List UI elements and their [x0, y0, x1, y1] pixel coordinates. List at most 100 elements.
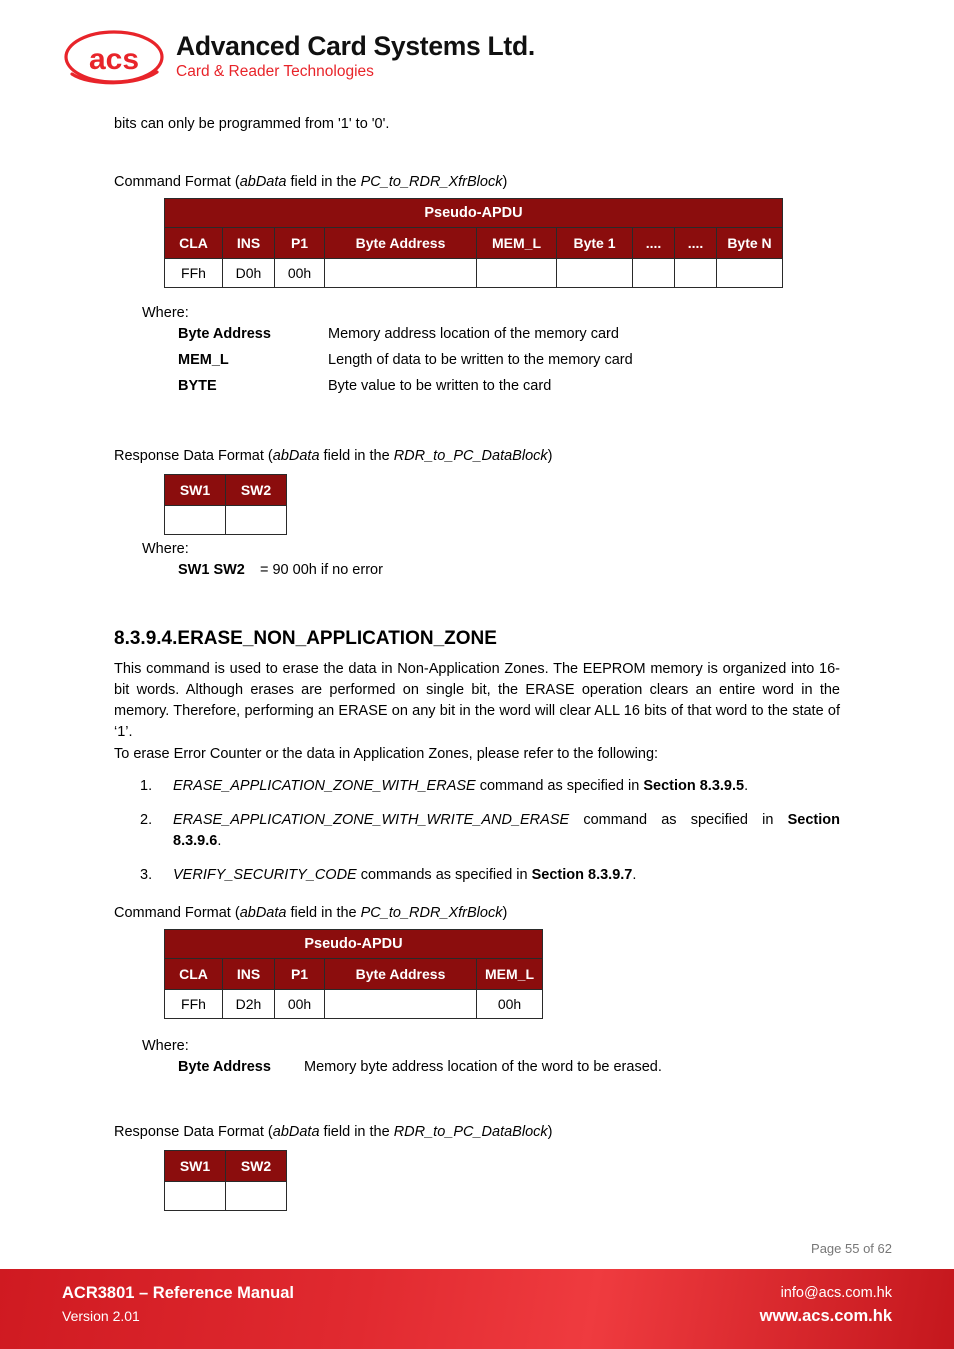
- footer-right-block: info@acs.com.hk www.acs.com.hk: [760, 1282, 892, 1349]
- cell-ellipsis-1: [632, 258, 675, 288]
- col-header-byte-n: Byte N: [716, 227, 783, 259]
- caption-suffix: ): [502, 905, 508, 921]
- col-header-ins: INS: [222, 958, 275, 990]
- paragraph-text: To erase Error Counter or the data in Ap…: [114, 746, 659, 762]
- acs-oval-logo-icon: acs: [62, 28, 166, 86]
- caption-italic-abdata: abData: [239, 905, 287, 921]
- where-label: Where:: [142, 541, 189, 557]
- definition-list-2: SW1 SW2 = 90 00h if no error: [114, 557, 840, 583]
- cell-byte-address: [324, 258, 477, 288]
- col-header-cla: CLA: [164, 227, 223, 259]
- section-number: 8.3.9.4.: [114, 628, 178, 649]
- table-header-row: CLA INS P1 Byte Address MEM_L: [164, 958, 543, 990]
- list-item-section-ref: Section 8.3.9.7: [531, 867, 633, 883]
- page-footer: ACR3801 – Reference Manual Version 2.01 …: [0, 1269, 954, 1349]
- caption-italic-block: PC_to_RDR_XfrBlock: [360, 905, 503, 921]
- caption-prefix: Response Data Format (: [114, 448, 273, 464]
- def-term-sw1-sw2: SW1 SW2: [178, 562, 245, 578]
- cell-sw1: [164, 1181, 226, 1211]
- table-title-row: Pseudo-APDU: [164, 198, 783, 228]
- page-header: acs Advanced Card Systems Ltd. Card & Re…: [62, 24, 892, 90]
- table-row: [164, 1181, 287, 1211]
- cell-byte-n: [716, 258, 783, 288]
- where-block-3: Where: Byte Address Memory byte address …: [114, 1038, 840, 1080]
- list-item-end: .: [744, 778, 749, 794]
- sw-table-2: SW1 SW2: [164, 1150, 287, 1211]
- footer-left-block: ACR3801 – Reference Manual Version 2.01: [62, 1282, 294, 1349]
- cell-sw2: [225, 1181, 287, 1211]
- def-term-mem-l: MEM_L: [178, 352, 229, 368]
- company-tagline: Card & Reader Technologies: [176, 62, 374, 80]
- list-item-section-ref: Section 8.3.9.5: [643, 778, 745, 794]
- cell-cla: FFh: [164, 989, 223, 1019]
- col-header-ellipsis-2: ....: [674, 227, 717, 259]
- list-item: 3. VERIFY_SECURITY_CODE commands as spec…: [140, 865, 840, 886]
- section-paragraph-1: This command is used to erase the data i…: [114, 659, 840, 743]
- intro-paragraph: bits can only be programmed from '1' to …: [114, 114, 840, 135]
- col-header-byte-1: Byte 1: [556, 227, 633, 259]
- command-format-caption-1: Command Format (abData field in the PC_t…: [114, 172, 840, 192]
- col-header-ellipsis-1: ....: [632, 227, 675, 259]
- cell-cla: FFh: [164, 258, 223, 288]
- caption-italic-abdata: abData: [272, 1124, 320, 1140]
- list-item-mid: commands as specified in: [356, 867, 532, 883]
- definition-list-1: Byte Address Memory address location of …: [114, 321, 840, 399]
- table-header-row: CLA INS P1 Byte Address MEM_L Byte 1 ...…: [164, 227, 783, 259]
- list-item-mid: command as specified in: [569, 812, 788, 828]
- apdu-write-table-wrapper: Pseudo-APDU CLA INS P1 Byte Address MEM_…: [164, 198, 783, 288]
- col-header-ins: INS: [222, 227, 275, 259]
- acs-wordmark: acs: [89, 43, 139, 76]
- response-format-caption-2: Response Data Format (abData field in th…: [114, 1122, 840, 1142]
- caption-italic-block: RDR_to_PC_DataBlock: [393, 448, 548, 464]
- list-item-command: ERASE_APPLICATION_ZONE_WITH_ERASE: [173, 778, 476, 794]
- col-header-sw1: SW1: [164, 474, 226, 506]
- company-name: Advanced Card Systems Ltd.: [176, 30, 535, 61]
- paragraph-text: This command is used to erase the data i…: [114, 661, 840, 740]
- footer-website[interactable]: www.acs.com.hk: [760, 1305, 892, 1327]
- definition-item: Byte Address Memory byte address locatio…: [178, 1054, 840, 1080]
- cell-ellipsis-2: [674, 258, 717, 288]
- def-term-byte-address: Byte Address: [178, 1059, 271, 1075]
- sw-table-1: SW1 SW2: [164, 474, 287, 535]
- list-item-command: VERIFY_SECURITY_CODE: [173, 867, 357, 883]
- table-row: [164, 505, 287, 535]
- col-header-mem-l: MEM_L: [476, 227, 557, 259]
- footer-version: Version 2.01: [62, 1308, 140, 1324]
- list-item-mid: command as specified in: [475, 778, 644, 794]
- caption-prefix: Command Format (: [114, 174, 240, 190]
- document-page: acs Advanced Card Systems Ltd. Card & Re…: [0, 0, 954, 1349]
- where-label: Where:: [142, 305, 189, 321]
- col-header-cla: CLA: [164, 958, 223, 990]
- sw-table-2-wrapper: SW1 SW2: [164, 1150, 287, 1211]
- definition-list-3: Byte Address Memory byte address locatio…: [114, 1054, 840, 1080]
- company-identity: Advanced Card Systems Ltd. Card & Reader…: [176, 30, 535, 81]
- col-header-p1: P1: [274, 958, 325, 990]
- apdu-write-table: Pseudo-APDU CLA INS P1 Byte Address MEM_…: [164, 198, 783, 288]
- table-title-row: Pseudo-APDU: [164, 929, 543, 959]
- reference-list: 1. ERASE_APPLICATION_ZONE_WITH_ERASE com…: [140, 776, 840, 899]
- cell-mem-l: 00h: [476, 989, 543, 1019]
- cell-p1: 00h: [274, 258, 325, 288]
- caption-suffix: ): [547, 448, 553, 464]
- caption-prefix: Response Data Format (: [114, 1124, 273, 1140]
- section-paragraph-2: To erase Error Counter or the data in Ap…: [114, 744, 840, 765]
- command-format-caption-2: Command Format (abData field in the PC_t…: [114, 903, 840, 923]
- table-row: FFh D2h 00h 00h: [164, 989, 543, 1019]
- page-number: Page 55 of 62: [811, 1241, 892, 1256]
- definition-item: BYTE Byte value to be written to the car…: [178, 373, 840, 399]
- caption-suffix: ): [547, 1124, 553, 1140]
- list-item-end: .: [217, 833, 222, 849]
- cell-ins: D0h: [222, 258, 275, 288]
- pseudo-apdu-title: Pseudo-APDU: [164, 929, 543, 959]
- col-header-sw2: SW2: [225, 474, 287, 506]
- col-header-mem-l: MEM_L: [476, 958, 543, 990]
- intro-text: bits can only be programmed from '1' to …: [114, 116, 390, 132]
- list-item: 1. ERASE_APPLICATION_ZONE_WITH_ERASE com…: [140, 776, 840, 797]
- footer-email[interactable]: info@acs.com.hk: [760, 1282, 892, 1305]
- list-item-command: ERASE_APPLICATION_ZONE_WITH_WRITE_AND_ER…: [173, 812, 570, 828]
- caption-italic-abdata: abData: [239, 174, 287, 190]
- caption-middle: field in the: [286, 905, 361, 921]
- cell-mem-l: [476, 258, 557, 288]
- cell-sw2: [225, 505, 287, 535]
- col-header-sw2: SW2: [225, 1150, 287, 1182]
